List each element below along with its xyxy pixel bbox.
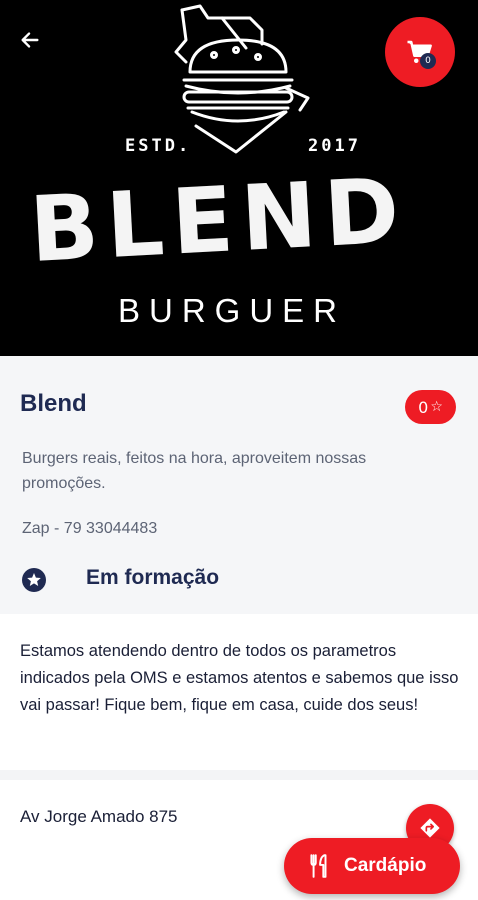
arrow-left-icon xyxy=(21,32,39,48)
store-name: Blend xyxy=(20,390,87,417)
cart-button[interactable]: 0 xyxy=(385,17,455,87)
store-screen: ESTD. 2017 BLEND BURGUER 0 Blend 0 ☆ Bur… xyxy=(0,0,478,900)
established-year: 2017 xyxy=(308,136,361,156)
notice-text: Estamos atendendo dentro de todos os par… xyxy=(20,642,459,714)
menu-button[interactable]: Cardápio xyxy=(284,838,460,894)
brand-logo-subtitle: BURGUER xyxy=(118,292,347,329)
back-button[interactable] xyxy=(14,24,46,56)
menu-button-label: Cardápio xyxy=(344,855,427,876)
rating-value: 0 xyxy=(418,397,429,417)
cart-count-badge: 0 xyxy=(420,53,436,69)
established-label: ESTD. xyxy=(125,136,192,156)
star-circle-icon xyxy=(22,568,46,592)
store-banner: ESTD. 2017 BLEND BURGUER 0 xyxy=(0,0,478,356)
store-description: Burgers reais, feitos na hora, aproveite… xyxy=(22,450,367,492)
brand-logo-text: BLEND xyxy=(27,158,410,283)
directions-icon xyxy=(420,818,440,838)
store-contact: Zap - 79 33044483 xyxy=(22,520,158,537)
star-icon: ☆ xyxy=(430,399,443,415)
rating-badge[interactable]: 0 ☆ xyxy=(405,390,456,424)
store-address: Av Jorge Amado 875 xyxy=(20,807,178,826)
fork-knife-icon xyxy=(310,854,327,878)
store-status: Em formação xyxy=(86,566,220,589)
